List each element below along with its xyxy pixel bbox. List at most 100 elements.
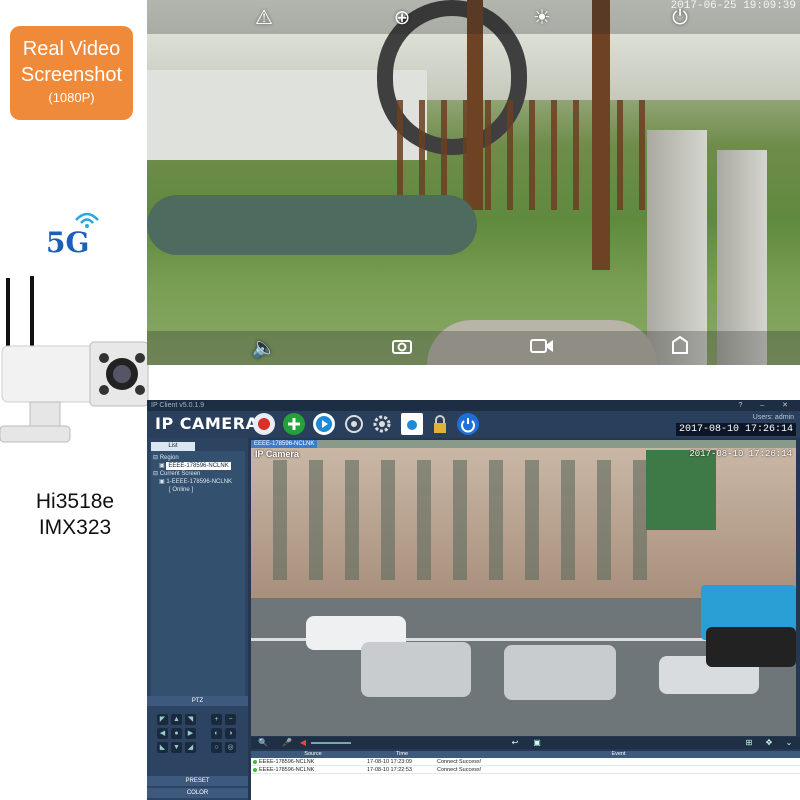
playback-button[interactable]: [313, 413, 335, 435]
ptz-left-icon[interactable]: ◀: [157, 728, 168, 739]
bullet-camera-image: [0, 270, 150, 460]
status-dot-icon: [253, 760, 257, 764]
ptz-up-icon[interactable]: ▲: [171, 714, 182, 725]
soc-model-label: Hi3518e: [35, 490, 115, 513]
log-source: EEEE-178596-NCLNK: [259, 759, 315, 765]
device-tree: ⊟ Region ▣ EEEE-178596-NCLNK ⊟ Current S…: [151, 451, 245, 697]
wifi-signal-icon: [75, 212, 99, 228]
log-header: Source Time Event: [251, 751, 800, 758]
monitor-button[interactable]: [253, 413, 275, 435]
scene-dark-car: [706, 627, 796, 667]
ptz-down-right-icon[interactable]: ◢: [185, 742, 196, 753]
snapshot-icon[interactable]: ▣: [531, 738, 543, 748]
ptz-iris-close-icon[interactable]: ◎: [225, 742, 236, 753]
share-icon[interactable]: [665, 333, 695, 363]
scene-van: [361, 642, 471, 697]
log-row[interactable]: EEEE-178596-NCLNK 17-08-10 17:23:09 Conn…: [251, 758, 800, 766]
log-source: EEEE-178596-NCLNK: [259, 767, 315, 773]
device-left-panel: List ⊟ Region ▣ EEEE-178596-NCLNK ⊟ Curr…: [147, 438, 248, 800]
ptz-focus-near-icon[interactable]: ◐: [211, 728, 222, 739]
preset-header[interactable]: PRESET: [147, 776, 248, 786]
add-button[interactable]: [283, 413, 305, 435]
video-timestamp: 2017-08-10 17:26:14: [689, 449, 792, 459]
search-icon[interactable]: 🔍: [257, 738, 269, 748]
ptz-center-icon[interactable]: ●: [171, 728, 182, 739]
log-time: 17-08-10 17:22:53: [367, 767, 412, 773]
log-row[interactable]: EEEE-178596-NCLNK 17-08-10 17:22:53 Conn…: [251, 766, 800, 774]
speaker-icon[interactable]: 🔈: [249, 333, 279, 363]
scene-pond: [147, 195, 477, 255]
ptz-zoom-in-icon[interactable]: +: [211, 714, 222, 725]
client-datetime: 2017-08-10 17:26:14: [675, 423, 796, 436]
microphone-icon[interactable]: 🎤: [281, 738, 293, 748]
brand-logo: IP CAMERA: [155, 414, 259, 433]
lock-icon[interactable]: [429, 413, 451, 435]
ptz-iris-open-icon[interactable]: ○: [211, 742, 222, 753]
ptz-right-icon[interactable]: ▶: [185, 728, 196, 739]
fullscreen-icon[interactable]: ✥: [763, 738, 775, 748]
tree-device-status: [ Online ]: [169, 487, 194, 493]
grid-layout-icon[interactable]: ⊞: [743, 738, 755, 748]
badge-line-1: Real Video: [22, 38, 121, 60]
log-time: 17-08-10 17:23:09: [367, 759, 412, 765]
ptz-up-left-icon[interactable]: ◤: [157, 714, 168, 725]
tree-current-screen[interactable]: ⊟ Current Screen: [153, 470, 243, 478]
scene-green-building: [646, 450, 716, 530]
video-camera-label: IP Camera: [255, 449, 299, 459]
power-icon[interactable]: ⏻: [665, 3, 695, 33]
tab-list[interactable]: List: [151, 442, 195, 451]
live-view-panel: 2017-06-25 19:09:39 ⚠ ⊕ ☀ ⏻ 🔈: [147, 0, 800, 365]
video-view[interactable]: EEEE-178596-NCLNK IP Camera 2017-08-10 1…: [251, 440, 796, 736]
status-dot-icon: [253, 768, 257, 772]
zoom-in-icon[interactable]: ⊕: [387, 3, 417, 33]
color-header[interactable]: COLOR: [147, 788, 248, 798]
ptz-header[interactable]: PTZ: [147, 696, 248, 706]
client-toolbar: IP CAMERA Users: admin 2017-08-10 17:26:…: [147, 411, 800, 438]
event-log: Source Time Event EEEE-178596-NCLNK 17-0…: [251, 751, 800, 800]
window-title: IP Client v5.0.1.9: [151, 402, 205, 409]
media-file-button[interactable]: [401, 413, 423, 435]
warning-icon[interactable]: ⚠: [249, 3, 279, 33]
tree-region-device[interactable]: ▣ EEEE-178596-NCLNK: [153, 462, 243, 470]
settings-gear-icon[interactable]: [371, 413, 393, 435]
window-controls[interactable]: ? – ✕: [738, 400, 796, 411]
video-record-icon[interactable]: [527, 333, 557, 363]
volume-slider[interactable]: [311, 742, 351, 744]
client-titlebar: IP Client v5.0.1.9 ? – ✕: [147, 400, 800, 411]
users-label: Users: admin: [752, 414, 794, 421]
network-5g-label: 5G: [46, 226, 90, 259]
resolution-badge: Real Video Screenshot (1080P): [10, 26, 133, 120]
video-control-bar: 🔍 🎤 ◀ ↩ ▣ ⊞ ✥ ⌄: [251, 737, 800, 749]
ip-client-window: IP Client v5.0.1.9 ? – ✕ IP CAMERA Users…: [147, 400, 800, 800]
tree-region[interactable]: ⊟ Region: [153, 454, 243, 462]
ptz-control-button[interactable]: [343, 413, 365, 435]
volume-icon[interactable]: ◀: [297, 738, 309, 748]
scene-windows: [251, 460, 651, 580]
video-channel-tab[interactable]: EEEE-178596-NCLNK: [251, 440, 318, 448]
scene-van: [504, 645, 616, 700]
log-event: Connect Success!: [437, 759, 482, 765]
sensor-model-label: IMX323: [38, 516, 112, 539]
scene-pillar: [592, 0, 610, 270]
ptz-down-left-icon[interactable]: ◣: [157, 742, 168, 753]
badge-line-3: (1080P): [48, 90, 95, 105]
ptz-down-icon[interactable]: ▼: [171, 742, 182, 753]
log-col-source: Source: [304, 751, 322, 757]
log-event: Connect Success!: [437, 767, 482, 773]
brightness-icon[interactable]: ☀: [527, 3, 557, 33]
logout-power-icon[interactable]: [457, 413, 479, 435]
camera-snapshot-icon[interactable]: [387, 333, 417, 363]
network-5g-badge: 5G: [44, 206, 104, 266]
ptz-up-right-icon[interactable]: ◥: [185, 714, 196, 725]
return-icon[interactable]: ↩: [509, 738, 521, 748]
tree-current-device[interactable]: ▣ 1-EEEE-178596-NCLNK: [153, 478, 243, 486]
ptz-focus-far-icon[interactable]: ◑: [225, 728, 236, 739]
ptz-pad: ◤ ▲ ◥ ◀ ● ▶ ◣ ▼ ◢ + − ◐ ◑ ○ ◎: [151, 708, 245, 800]
ptz-zoom-out-icon[interactable]: −: [225, 714, 236, 725]
badge-line-2: Screenshot: [20, 64, 123, 86]
live-view-bottom-bar: [147, 331, 800, 365]
collapse-icon[interactable]: ⌄: [783, 738, 795, 748]
log-col-event: Event: [611, 751, 626, 757]
log-col-time: Time: [395, 751, 409, 757]
scene-stone-pillar: [647, 130, 707, 365]
